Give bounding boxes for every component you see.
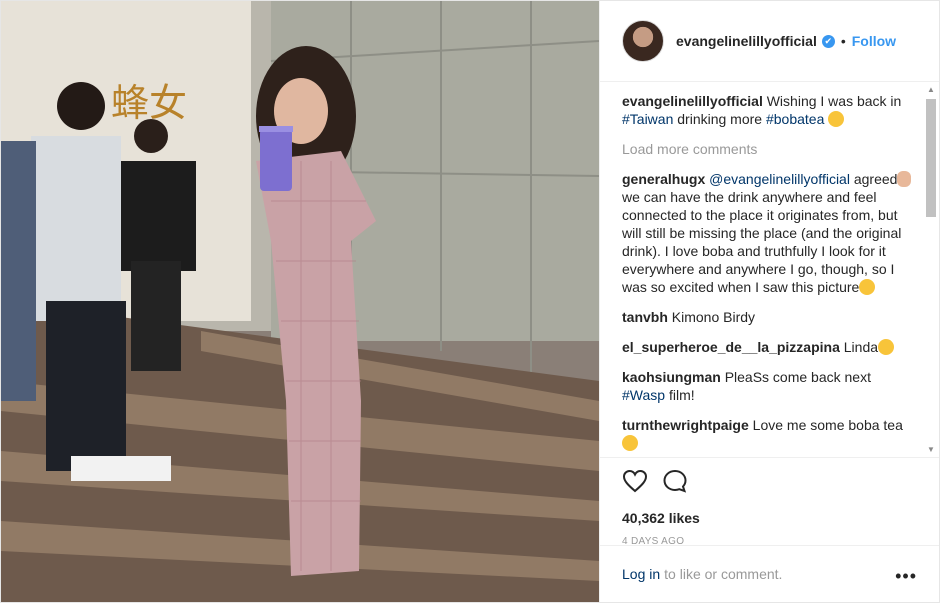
comments-scrollbar[interactable]: ▲ ▼	[924, 85, 936, 455]
comments-list[interactable]: evangelinelillyofficial Wishing I was ba…	[600, 82, 939, 454]
avatar[interactable]	[622, 20, 664, 62]
scroll-up-arrow-icon[interactable]: ▲	[926, 85, 936, 95]
comment-username[interactable]: kaohsiungman	[622, 369, 721, 385]
action-icons	[622, 466, 917, 496]
comment-text: agreed	[853, 171, 898, 187]
yum-emoji-icon	[622, 435, 638, 451]
comment-username[interactable]: turnthewrightpaige	[622, 417, 749, 433]
comment-icon[interactable]	[662, 469, 688, 493]
caption-text: drinking more	[673, 111, 766, 127]
comment-text: PleaSs come back next	[724, 369, 871, 385]
load-more-comments-button[interactable]: Load more comments	[622, 140, 917, 158]
comment-text: Linda	[843, 339, 879, 355]
comment-item: el_superheroe_de__la_pizzapina Linda	[622, 338, 917, 356]
hashtag-link[interactable]: #bobatea	[766, 111, 824, 127]
scroll-thumb[interactable]	[926, 99, 936, 217]
login-bar: Log in to like or comment. •••	[600, 545, 939, 602]
comment-username[interactable]: tanvbh	[622, 309, 668, 325]
heart-eyes-emoji-icon	[878, 339, 895, 355]
header-username[interactable]: evangelinelillyofficial	[676, 33, 817, 49]
post-actions: 40,362 likes 4 DAYS AGO	[600, 457, 939, 547]
caption-text: Wishing I was back in	[766, 93, 902, 109]
login-link[interactable]: Log in	[622, 566, 660, 582]
joy-emoji-icon	[859, 279, 876, 295]
caption: evangelinelillyofficial Wishing I was ba…	[622, 92, 917, 128]
comment-item: turnthewrightpaige Love me some boba tea	[622, 416, 917, 452]
caption-username[interactable]: evangelinelillyofficial	[622, 93, 763, 109]
post-header: evangelinelillyofficial ✔ • Follow	[600, 1, 939, 82]
more-options-icon[interactable]: •••	[895, 566, 917, 587]
heart-icon[interactable]	[622, 469, 648, 493]
comment-text: Kimono Birdy	[671, 309, 756, 325]
comment-item: generalhugx @evangelinelillyofficial agr…	[622, 170, 917, 296]
comment-text: we can have the drink anywhere and feel …	[622, 189, 902, 295]
comment-username[interactable]: generalhugx	[622, 171, 705, 187]
instagram-post: 蜂女 evangelinelillyofficial ✔ • Follow ev…	[0, 0, 940, 603]
likes-count[interactable]: 40,362 likes	[622, 510, 917, 526]
comment-text: film!	[665, 387, 695, 403]
hashtag-link[interactable]: #Taiwan	[622, 111, 673, 127]
header-separator: •	[840, 33, 846, 49]
praying-hands-emoji-icon	[897, 171, 912, 187]
post-photo[interactable]: 蜂女	[1, 1, 600, 602]
svg-text:蜂女: 蜂女	[111, 81, 187, 125]
photo-illustration: 蜂女	[1, 1, 599, 602]
comment-item: tanvbh Kimono Birdy	[622, 308, 917, 326]
yum-emoji-icon	[828, 111, 845, 127]
comment-username[interactable]: el_superheroe_de__la_pizzapina	[622, 339, 840, 355]
login-suffix: to like or comment.	[664, 566, 783, 582]
scroll-down-arrow-icon[interactable]: ▼	[926, 445, 936, 455]
follow-button[interactable]: Follow	[852, 33, 896, 49]
comment-text: Love me some boba tea	[752, 417, 903, 433]
mention-link[interactable]: @evangelinelillyofficial	[709, 171, 850, 187]
verified-badge-icon: ✔	[821, 34, 835, 48]
post-sidebar: evangelinelillyofficial ✔ • Follow evang…	[600, 1, 939, 602]
hashtag-link[interactable]: #Wasp	[622, 387, 665, 403]
comment-item: kaohsiungman PleaSs come back next #Wasp…	[622, 368, 917, 404]
